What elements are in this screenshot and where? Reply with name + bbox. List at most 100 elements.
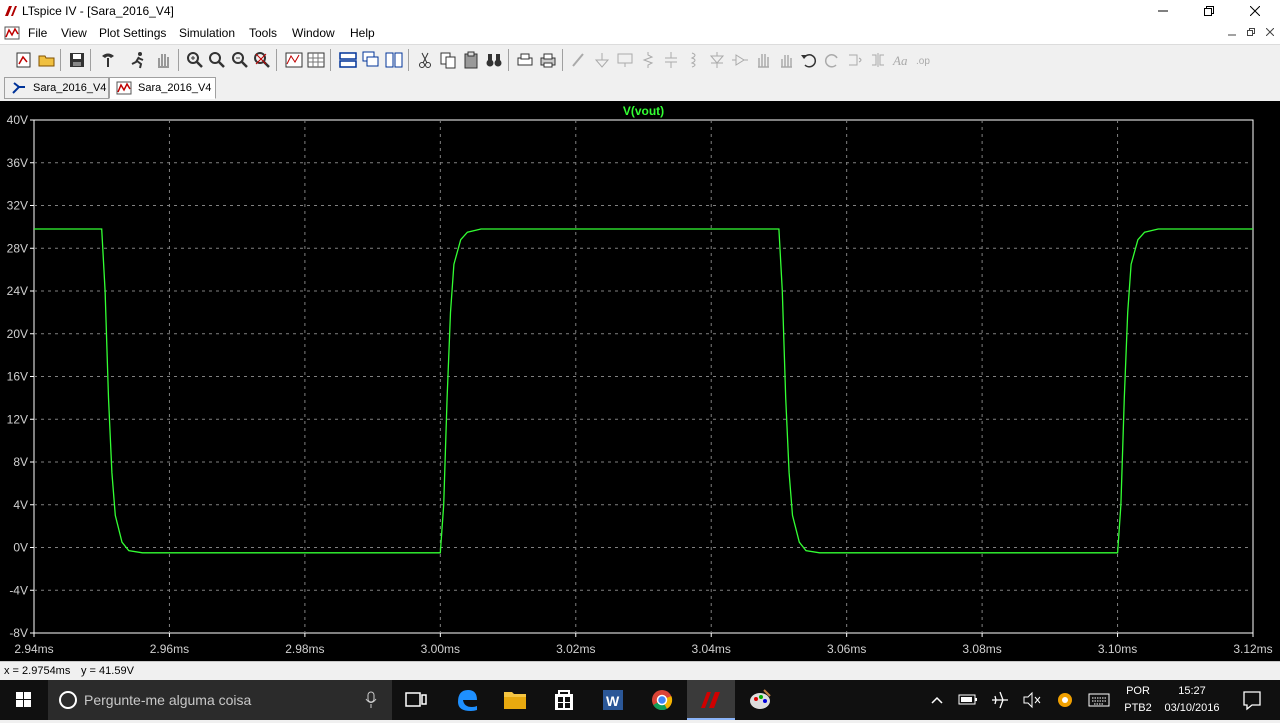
close-button[interactable] [1232,0,1278,22]
menu-simulation[interactable]: Simulation [179,26,235,40]
y-tick-label: 40V [7,113,28,127]
autorange-icon[interactable] [284,50,304,70]
cascade-icon[interactable] [361,50,381,70]
svg-text:Aa: Aa [892,53,908,68]
keyboard-icon [1088,693,1110,707]
paint-palette-icon [750,689,771,709]
copy-icon[interactable] [438,50,458,70]
x-tick-label: 2.96ms [150,642,189,656]
y-tick-label: 4V [13,498,28,512]
waveform-doc-icon[interactable] [4,25,20,41]
print-icon[interactable] [538,50,558,70]
tray-overflow-button[interactable] [926,680,948,720]
waveform-chart[interactable]: 2.94ms 2.96ms 2.98ms 3.00ms 3.02ms 3.04ms 3.06… [0,101,1280,661]
mirror-icon [872,53,884,67]
tile-horizontal-icon[interactable] [338,50,358,70]
y-tick-label: 16V [7,370,28,384]
tray-network[interactable] [988,680,1012,720]
cortana-search-box[interactable]: Pergunte-me alguma coisa [48,680,392,720]
paste-icon[interactable] [461,50,481,70]
move-hand-icon [758,54,769,68]
edge-browser-icon [458,690,477,711]
minimize-button[interactable] [1140,0,1186,22]
menu-view[interactable]: View [61,26,87,40]
taskbar-ltspice[interactable] [687,680,735,720]
svg-text:W: W [606,693,620,709]
taskbar-edge[interactable] [443,680,491,720]
store-bag-icon [555,690,573,710]
ltspice-logo-icon [5,6,17,16]
clock-time: 15:27 [1178,685,1206,697]
taskbar-paint-app[interactable] [736,680,784,720]
menu-plot-settings[interactable]: Plot Settings [99,26,166,40]
window-title: LTspice IV - [Sara_2016_V4] [22,4,174,18]
mdi-close-button[interactable] [1262,26,1278,40]
x-tick-label: 3.08ms [962,642,1001,656]
zoom-out-icon[interactable] [230,50,250,70]
print-preview-icon[interactable] [515,50,535,70]
menu-window[interactable]: Window [292,26,335,40]
tab-waveform[interactable]: Sara_2016_V4 [109,77,216,99]
find-binoculars-icon[interactable] [484,50,504,70]
start-button[interactable] [0,680,48,720]
ltspice-logo-icon [687,692,735,720]
new-schematic-icon[interactable] [14,50,34,70]
task-view-icon [405,692,427,707]
x-tick-label: 2.98ms [285,642,324,656]
restore-icon [1204,6,1214,16]
y-tick-label: 24V [7,284,28,298]
waveform-plot-pane[interactable]: 2.94ms 2.96ms 2.98ms 3.00ms 3.02ms 3.04ms 3.06… [0,101,1280,661]
taskbar-store[interactable] [540,680,588,720]
taskbar-word[interactable]: W [589,680,637,720]
x-tick-label: 3.00ms [421,642,460,656]
menu-file[interactable]: File [28,26,47,40]
volume-muted-icon [1023,691,1041,709]
ground-icon [594,53,610,68]
toolbar-separator [60,49,61,71]
keyboard-layout: PTB2 [1124,702,1152,714]
toolbar-separator [562,49,563,71]
run-simulation-icon[interactable] [128,50,148,70]
menu-tools[interactable]: Tools [249,26,277,40]
clock-date: 03/10/2016 [1164,702,1220,714]
microphone-icon[interactable] [364,691,378,709]
zoom-in-icon[interactable] [185,50,205,70]
control-panel-icon[interactable] [98,50,118,70]
x-tick-label: 3.04ms [692,642,731,656]
undo-icon[interactable] [799,50,819,70]
tray-clock[interactable]: 15:27 03/10/2016 [1160,680,1224,720]
y-tick-label: 20V [7,327,28,341]
pan-hand-icon[interactable] [153,50,173,70]
title-bar: LTspice IV - [Sara_2016_V4] [0,0,1280,22]
open-folder-icon[interactable] [37,50,57,70]
maximize-button[interactable] [1186,0,1232,22]
status-bar: x = 2.9754ms y = 41.59V [0,661,1280,681]
save-icon[interactable] [67,50,87,70]
x-tick-label: 3.02ms [556,642,595,656]
cut-icon[interactable] [415,50,435,70]
tab-schematic[interactable]: Sara_2016_V4 [4,77,109,99]
taskbar-chrome[interactable] [638,680,686,720]
action-center-button[interactable] [1232,680,1272,720]
zoom-fit-icon[interactable] [252,50,272,70]
chrome-icon [652,690,673,711]
chevron-up-icon [931,696,943,704]
text-icon: Aa [892,53,908,68]
tile-vertical-icon[interactable] [384,50,404,70]
orange-circle-icon [1058,693,1072,707]
mdi-restore-button[interactable] [1243,26,1259,40]
y-tick-label: 28V [7,241,28,255]
series-line-vout [34,228,1253,554]
menu-help[interactable]: Help [350,26,375,40]
tray-app-icon[interactable] [1052,680,1078,720]
tray-battery[interactable] [956,680,980,720]
tray-language[interactable]: POR PTB2 [1120,680,1156,720]
tray-volume[interactable] [1020,680,1044,720]
task-view-button[interactable] [392,680,440,720]
mdi-minimize-button[interactable] [1224,26,1240,40]
zoom-pan-icon[interactable] [207,50,227,70]
tray-keyboard[interactable] [1086,680,1112,720]
grid-icon[interactable] [306,50,326,70]
redo-icon [824,54,838,68]
taskbar-file-explorer[interactable] [491,680,539,720]
